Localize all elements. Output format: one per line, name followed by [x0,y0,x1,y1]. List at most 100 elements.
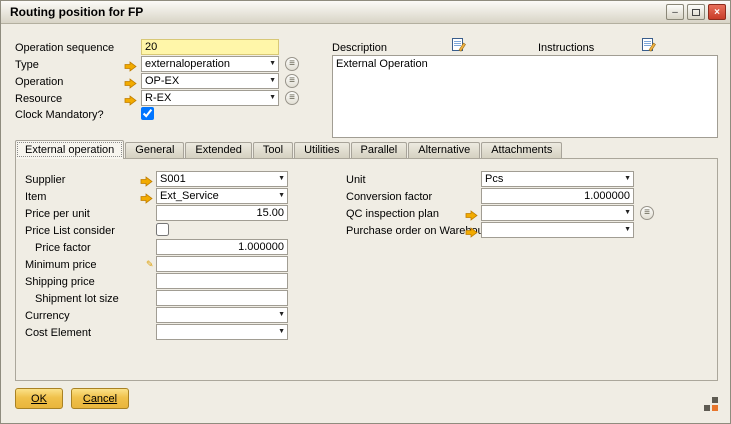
dropdown-arrow-icon: ▼ [278,189,285,203]
tab-label: External operation [25,144,114,156]
resource-dropdown[interactable]: R-EX ▼ [141,90,279,106]
link-arrow-icon[interactable] [124,93,137,104]
description-label: Description [332,42,387,54]
edit-instructions-icon[interactable] [642,37,656,52]
link-arrow-icon[interactable] [465,225,478,236]
clock-mandatory-checkbox[interactable] [141,107,154,120]
ok-button-label: OK [31,393,47,405]
tab-label: General [135,144,174,156]
tab-extended[interactable]: Extended [185,142,251,158]
dropdown-arrow-icon: ▼ [624,172,631,186]
price-factor-input[interactable] [156,239,288,255]
tab-general[interactable]: General [125,142,184,158]
supplier-dropdown[interactable]: S001 ▼ [156,171,288,187]
minimum-price-label: Minimum price [25,259,97,271]
minimum-price-input[interactable] [156,256,288,272]
link-arrow-icon[interactable] [465,208,478,219]
operation-value: OP-EX [145,74,179,88]
operation-sequence-input[interactable] [141,39,279,55]
item-value: Ext_Service [160,189,219,203]
link-arrow-icon[interactable] [124,59,137,70]
ok-button[interactable]: OK [15,388,63,409]
pencil-icon: ✎ [146,259,154,270]
tab-parallel[interactable]: Parallel [351,142,408,158]
cancel-button[interactable]: Cancel [71,388,129,409]
price-list-consider-checkbox[interactable] [156,223,169,236]
resource-value: R-EX [145,91,171,105]
tab-label: Tool [263,144,283,156]
edit-description-icon[interactable] [452,37,466,52]
shipment-lot-size-label: Shipment lot size [35,293,119,305]
dropdown-arrow-icon: ▼ [624,206,631,220]
currency-dropdown[interactable]: ▼ [156,307,288,323]
link-arrow-icon[interactable] [140,174,153,185]
close-button[interactable]: × [708,4,726,20]
conversion-factor-input[interactable] [481,188,634,204]
tab-label: Utilities [304,144,339,156]
maximize-icon [692,9,700,16]
item-label: Item [25,191,46,203]
link-arrow-icon[interactable] [140,191,153,202]
instructions-label: Instructions [538,42,594,54]
dropdown-arrow-icon: ▼ [269,57,276,71]
minimize-button[interactable]: – [666,4,684,20]
selection-list-icon[interactable]: ≡ [285,74,299,88]
tab-tool[interactable]: Tool [253,142,293,158]
unit-label: Unit [346,174,366,186]
tab-alternative[interactable]: Alternative [408,142,480,158]
price-per-unit-label: Price per unit [25,208,90,220]
selection-list-icon[interactable]: ≡ [285,57,299,71]
tab-strip: External operation General Extended Tool… [15,140,563,159]
type-dropdown[interactable]: externaloperation ▼ [141,56,279,72]
conversion-factor-label: Conversion factor [346,191,432,203]
dropdown-arrow-icon: ▼ [278,308,285,322]
currency-label: Currency [25,310,70,322]
supplier-value: S001 [160,172,186,186]
dropdown-arrow-icon: ▼ [278,325,285,339]
type-label: Type [15,59,39,71]
tab-label: Parallel [361,144,398,156]
qc-inspection-plan-label: QC inspection plan [346,208,439,220]
operation-sequence-label: Operation sequence [15,42,114,54]
minimize-icon: – [672,6,678,19]
shipping-price-input[interactable] [156,273,288,289]
selection-list-icon[interactable]: ≡ [640,206,654,220]
dropdown-arrow-icon: ▼ [269,91,276,105]
tab-utilities[interactable]: Utilities [294,142,349,158]
tab-label: Attachments [491,144,552,156]
selection-list-icon[interactable]: ≡ [285,91,299,105]
shipment-lot-size-input[interactable] [156,290,288,306]
routing-position-dialog: Routing position for FP – × Operation se… [0,0,731,424]
resource-label: Resource [15,93,62,105]
dropdown-arrow-icon: ▼ [278,172,285,186]
clock-mandatory-label: Clock Mandatory? [15,109,104,121]
maximize-button[interactable] [687,4,705,20]
cancel-button-label: Cancel [83,393,117,405]
price-factor-label: Price factor [35,242,91,254]
description-textarea[interactable]: External Operation [332,55,718,138]
unit-value: Pcs [485,172,503,186]
operation-label: Operation [15,76,63,88]
qc-inspection-plan-dropdown[interactable]: ▼ [481,205,634,221]
item-dropdown[interactable]: Ext_Service ▼ [156,188,288,204]
purchase-order-warehouse-dropdown[interactable]: ▼ [481,222,634,238]
dropdown-arrow-icon: ▼ [624,223,631,237]
unit-dropdown[interactable]: Pcs ▼ [481,171,634,187]
close-icon: × [714,6,720,19]
dropdown-arrow-icon: ▼ [269,74,276,88]
cost-element-dropdown[interactable]: ▼ [156,324,288,340]
titlebar[interactable]: Routing position for FP – × [1,1,730,24]
tab-label: Alternative [418,144,470,156]
supplier-label: Supplier [25,174,65,186]
link-arrow-icon[interactable] [124,76,137,87]
window-title: Routing position for FP [10,5,663,19]
cost-element-label: Cost Element [25,327,91,339]
type-value: externaloperation [145,57,230,71]
tab-attachments[interactable]: Attachments [481,142,562,158]
shipping-price-label: Shipping price [25,276,95,288]
price-per-unit-input[interactable] [156,205,288,221]
operation-dropdown[interactable]: OP-EX ▼ [141,73,279,89]
resize-grip[interactable] [704,397,718,411]
tab-external-operation[interactable]: External operation [15,140,124,159]
tab-label: Extended [195,144,241,156]
